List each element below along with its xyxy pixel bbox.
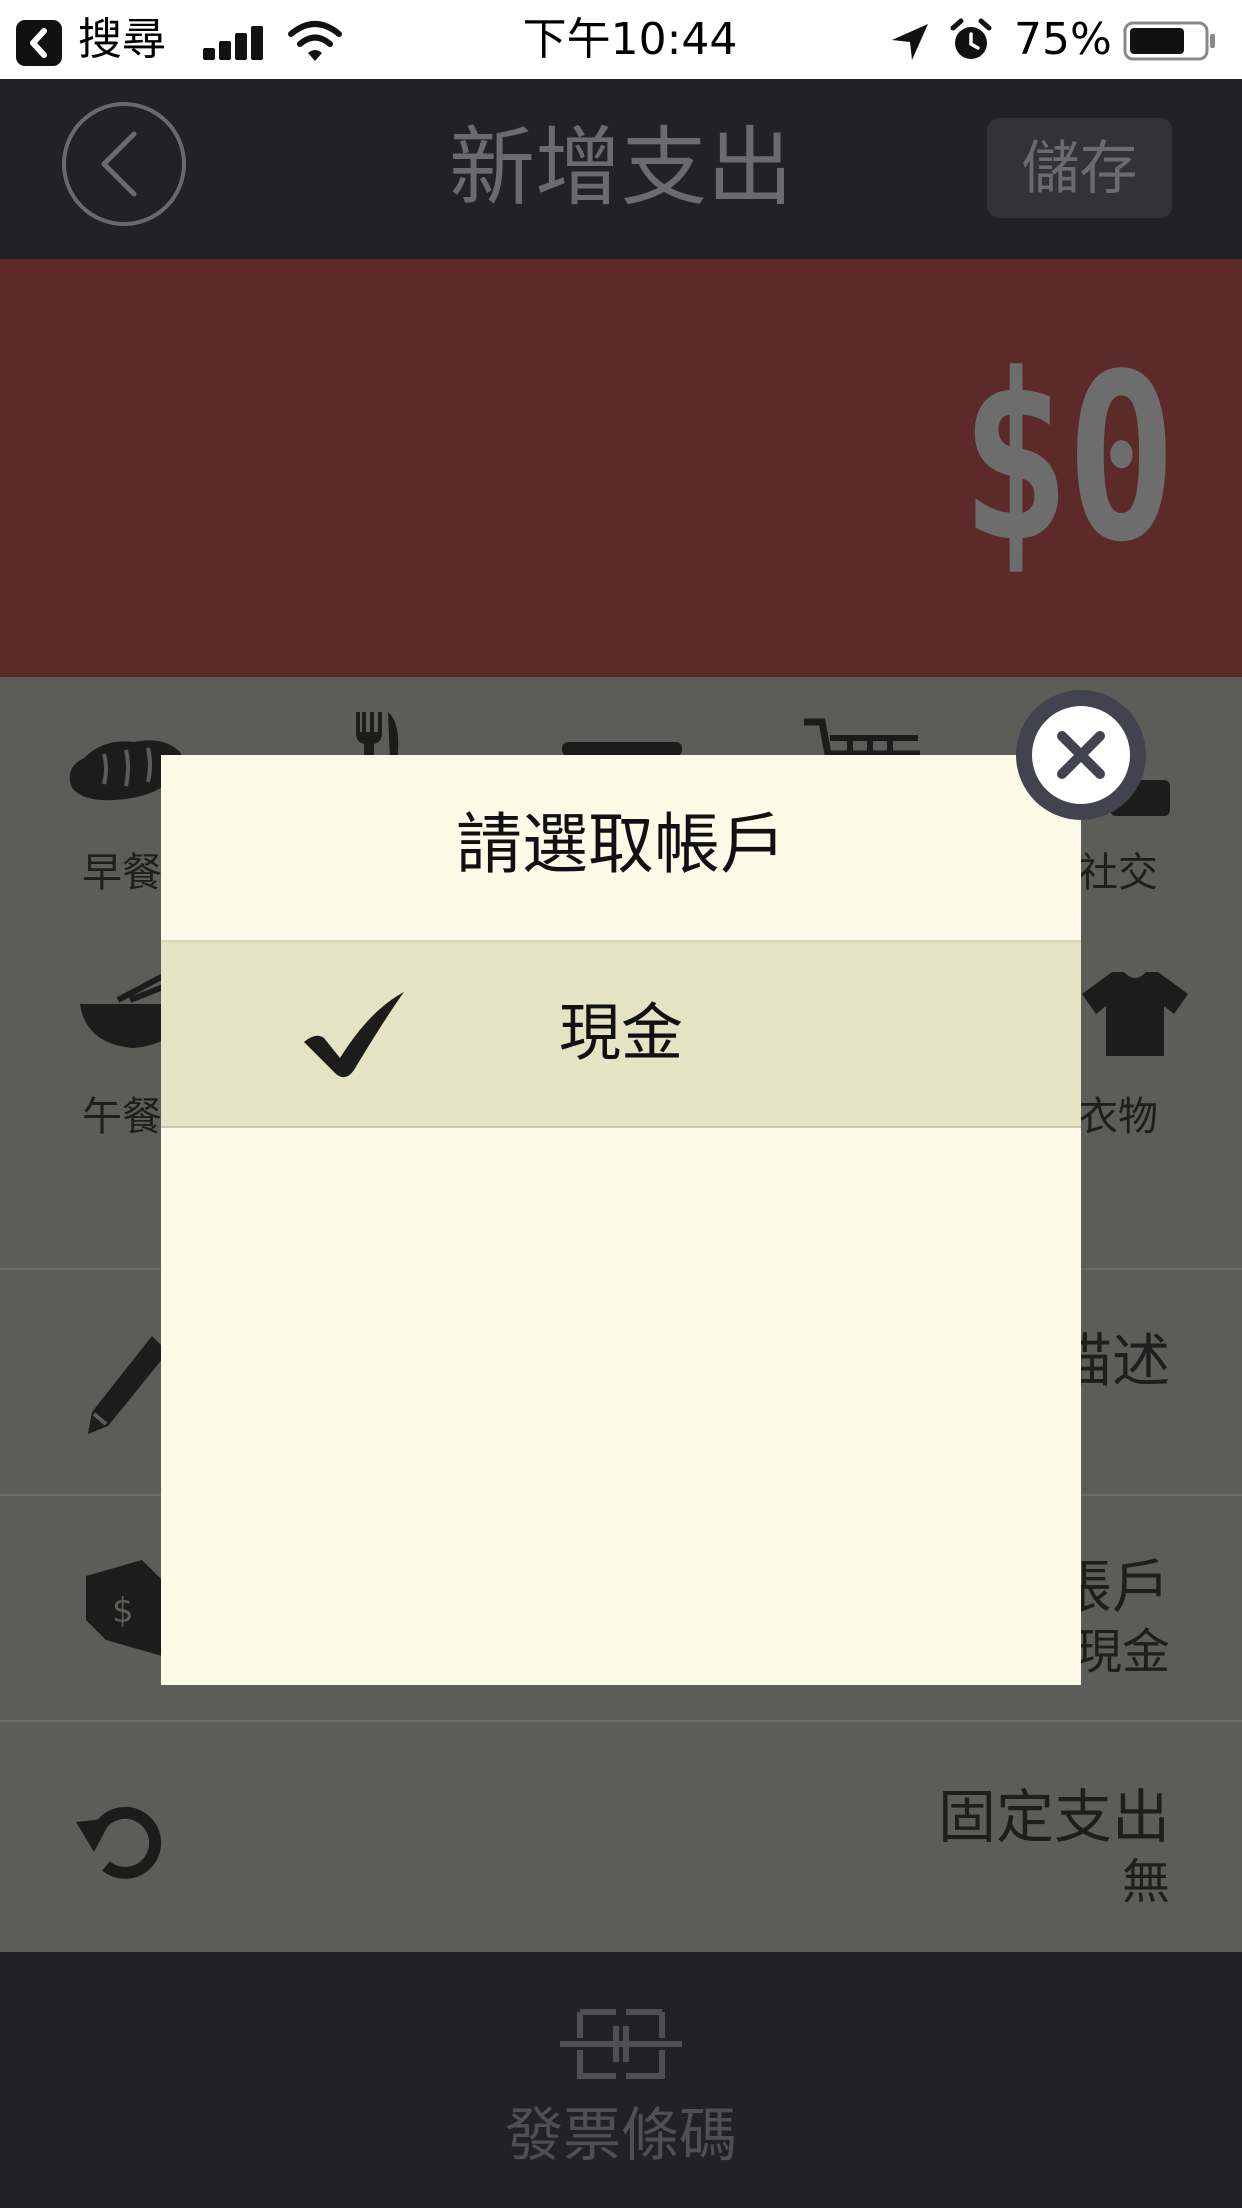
recurring-value: 無 — [1121, 1854, 1170, 1910]
account-option-label[interactable]: 現金 — [161, 993, 1081, 1073]
game-icon[interactable] — [562, 742, 682, 756]
category-label: 社交 — [1078, 850, 1158, 896]
wallet-icon: $ — [82, 1556, 172, 1660]
location-icon — [888, 20, 932, 64]
modal-title: 請選取帳戶 — [456, 806, 786, 883]
pencil-icon — [82, 1330, 172, 1438]
save-button[interactable]: 儲存 — [987, 118, 1172, 218]
refresh-icon — [72, 1790, 172, 1890]
category-label: 午餐 — [82, 1094, 162, 1140]
close-icon[interactable] — [1032, 706, 1130, 804]
amount-display: $0 — [960, 326, 1177, 593]
recurring-title: 固定支出 — [937, 1783, 1170, 1851]
signal-icon — [203, 26, 265, 60]
barcode-label: 發票條碼 — [504, 2101, 737, 2169]
back-to-app-label[interactable]: 搜尋 — [78, 0, 166, 79]
page-title: 新增支出 — [449, 118, 793, 218]
svg-text:$: $ — [112, 1591, 134, 1631]
back-to-app-icon[interactable] — [16, 20, 62, 66]
account-value: 現金 — [1073, 1624, 1170, 1680]
shirt-icon[interactable] — [1082, 970, 1188, 1056]
status-time: 下午10:44 — [522, 14, 738, 65]
back-button[interactable] — [62, 102, 186, 226]
battery-percent: 75% — [1014, 14, 1112, 65]
account-picker-modal — [161, 755, 1081, 1685]
battery-icon — [1123, 21, 1217, 61]
wifi-icon — [287, 20, 343, 64]
category-label: 早餐 — [82, 850, 162, 896]
alarm-icon — [949, 18, 993, 64]
chevron-left-icon — [101, 131, 137, 197]
category-label: 衣物 — [1078, 1094, 1158, 1140]
barcode-icon — [560, 2008, 682, 2080]
cart-icon[interactable] — [800, 718, 924, 758]
